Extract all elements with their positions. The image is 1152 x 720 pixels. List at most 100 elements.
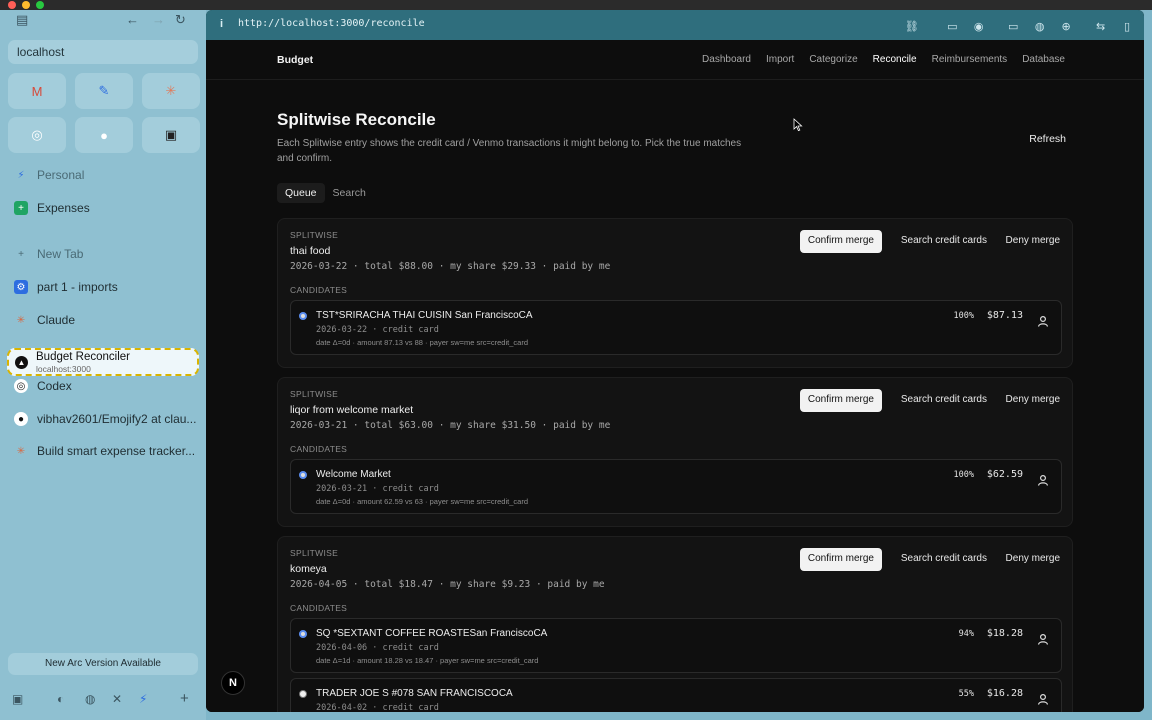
reload-icon[interactable]: ↻ [175,12,186,28]
candidate-match-detail: date Δ=1d · amount 18.28 vs 18.47 · paye… [316,656,539,665]
deny-merge-button[interactable]: Deny merge [1006,235,1060,246]
search-credit-cards-button[interactable]: Search credit cards [901,553,987,564]
globe-icon[interactable]: ◍ [1031,20,1049,33]
sidebar-toggle-icon[interactable]: ▤ [16,12,28,28]
favorite-tile[interactable]: ▣ [142,117,200,153]
candidate-row[interactable]: TST*SRIRACHA THAI CUISIN San FranciscoCA… [290,300,1062,355]
codex-icon: ◎ [14,379,28,393]
refresh-button[interactable]: Refresh [1021,131,1074,147]
nav-link-dashboard[interactable]: Dashboard [702,54,751,65]
favorite-tile[interactable]: ● [75,117,133,153]
tab-search[interactable]: Search [325,183,374,203]
sidebar-item[interactable]: ✳ Build smart expense tracker... [8,438,198,464]
sidebar-tab-active[interactable]: ▲ Budget Reconciler localhost:3000 [7,348,199,376]
sidebar-bottom-bar: ▣ ◐ ◍ ✕ ⚡ + [0,690,206,710]
confirm-merge-button[interactable]: Confirm merge [799,389,882,412]
sidebar-item[interactable]: + New Tab [8,241,198,267]
candidate-row[interactable]: SQ *SEXTANT COFFEE ROASTESan FranciscoCA… [290,618,1062,673]
bolt-icon: ⚡ [17,169,25,181]
link-icon[interactable]: ⛓ [903,20,921,33]
favorite-tile[interactable]: ◎ [8,117,66,153]
candidate-name: Welcome Market [316,469,391,480]
claude-icon: ✳ [16,314,26,326]
expense-meta: 2026-03-21 · total $63.00 · my share $31… [290,420,611,431]
confirm-merge-button[interactable]: Confirm merge [799,548,882,571]
sidebar-item-label: Expenses [37,201,90,215]
candidate-checkbox[interactable] [299,312,307,320]
person-icon[interactable] [1037,633,1049,645]
sidebar-item[interactable]: ◎ Codex [8,373,198,399]
url-text[interactable]: http://localhost:3000/reconcile [238,18,425,29]
asterisk-icon: ✳ [165,83,177,98]
nav-link-reimbursements[interactable]: Reimbursements [932,54,1008,65]
sidebar-item[interactable]: ⚡ Personal [8,162,198,188]
extensions-icon[interactable]: ⇆ [1092,20,1110,33]
expense-name: komeya [290,563,327,575]
candidate-checkbox[interactable] [299,690,307,698]
card-kicker: SPLITWISE [290,389,339,399]
nav-link-reconcile[interactable]: Reconcile [873,54,917,65]
deny-merge-button[interactable]: Deny merge [1006,394,1060,405]
target-icon[interactable]: ⊕ [1057,20,1075,33]
candidate-amount: $18.28 [986,628,1023,639]
favorite-tile[interactable]: ✳ [142,73,200,109]
space-globe-icon[interactable]: ◍ [85,692,95,706]
active-tab-title: Budget Reconciler [36,351,130,363]
nav-link-categorize[interactable]: Categorize [809,54,857,65]
site-info-icon[interactable]: i [220,18,223,30]
candidate-match-detail: date Δ=0d · amount 87.13 vs 88 · payer s… [316,338,528,347]
page-description: Each Splitwise entry shows the credit ca… [277,138,742,164]
expense-meta: 2026-04-05 · total $18.47 · my share $9.… [290,579,605,590]
space-tools-icon[interactable]: ✕ [112,692,122,706]
deny-merge-button[interactable]: Deny merge [1006,553,1060,564]
sidebar-url-field[interactable]: localhost [8,40,198,64]
favorite-tile[interactable]: ✎ [75,73,133,109]
tab-preview-icon[interactable]: ▭ [1004,20,1022,33]
sidebar-item[interactable]: + Expenses [8,195,198,221]
person-icon[interactable] [1037,315,1049,327]
space-bolt-icon[interactable]: ⚡ [139,692,147,706]
confirm-merge-button[interactable]: Confirm merge [799,230,882,253]
add-space-icon[interactable]: + [180,690,189,707]
search-credit-cards-button[interactable]: Search credit cards [901,394,987,405]
nextjs-dev-badge[interactable]: N [221,671,245,695]
candidate-row[interactable]: Welcome Market 2026-03-21 · credit card da… [290,459,1062,514]
candidate-row[interactable]: TRADER JOE S #078 SAN FRANCISCOCA 2026-04… [290,678,1062,712]
back-arrow-icon[interactable]: ← [126,12,139,27]
favorite-tile[interactable]: M [8,73,66,109]
archive-icon[interactable]: ▣ [12,692,23,706]
new-version-banner[interactable]: New Arc Version Available [8,653,198,675]
capture-icon[interactable]: ▭ [943,20,961,33]
expense-meta: 2026-03-22 · total $88.00 · my share $29… [290,261,611,272]
nav-link-database[interactable]: Database [1022,54,1065,65]
github-icon: ● [100,127,108,143]
forward-arrow-icon[interactable]: → [152,12,165,27]
match-score: 100% [953,311,974,321]
nav-link-import[interactable]: Import [766,54,794,65]
match-score: 100% [953,470,974,480]
space-personal-icon[interactable]: ◐ [57,692,64,706]
candidate-name: TST*SRIRACHA THAI CUISIN San FranciscoCA [316,310,533,321]
card-kicker: SPLITWISE [290,230,339,240]
tab-queue[interactable]: Queue [277,183,325,203]
maximize-window-button[interactable] [36,1,44,9]
camera-icon[interactable]: ◉ [970,20,988,33]
sidebar-item[interactable]: ⚙ part 1 - imports [8,274,198,300]
sidebar-item[interactable]: ● vibhav2601/Emojify2 at clau... [8,406,198,432]
sidebar-item-label: Claude [37,313,76,327]
app-brand[interactable]: Budget [277,54,313,66]
grid-icon: ▣ [164,127,178,142]
person-icon[interactable] [1037,693,1049,705]
sidebar-item[interactable]: ✳ Claude [8,307,198,333]
split-view-icon[interactable]: ▯ [1118,20,1136,33]
search-credit-cards-button[interactable]: Search credit cards [901,235,987,246]
pen-icon: ✎ [98,83,110,98]
candidate-checkbox[interactable] [299,471,307,479]
sidebar-item-label: Build smart expense tracker... [37,444,196,458]
view-tabs: Queue Search [277,183,374,205]
minimize-window-button[interactable] [22,1,30,9]
candidates-label: CANDIDATES [290,444,348,454]
person-icon[interactable] [1037,474,1049,486]
candidate-checkbox[interactable] [299,630,307,638]
close-window-button[interactable] [8,1,16,9]
